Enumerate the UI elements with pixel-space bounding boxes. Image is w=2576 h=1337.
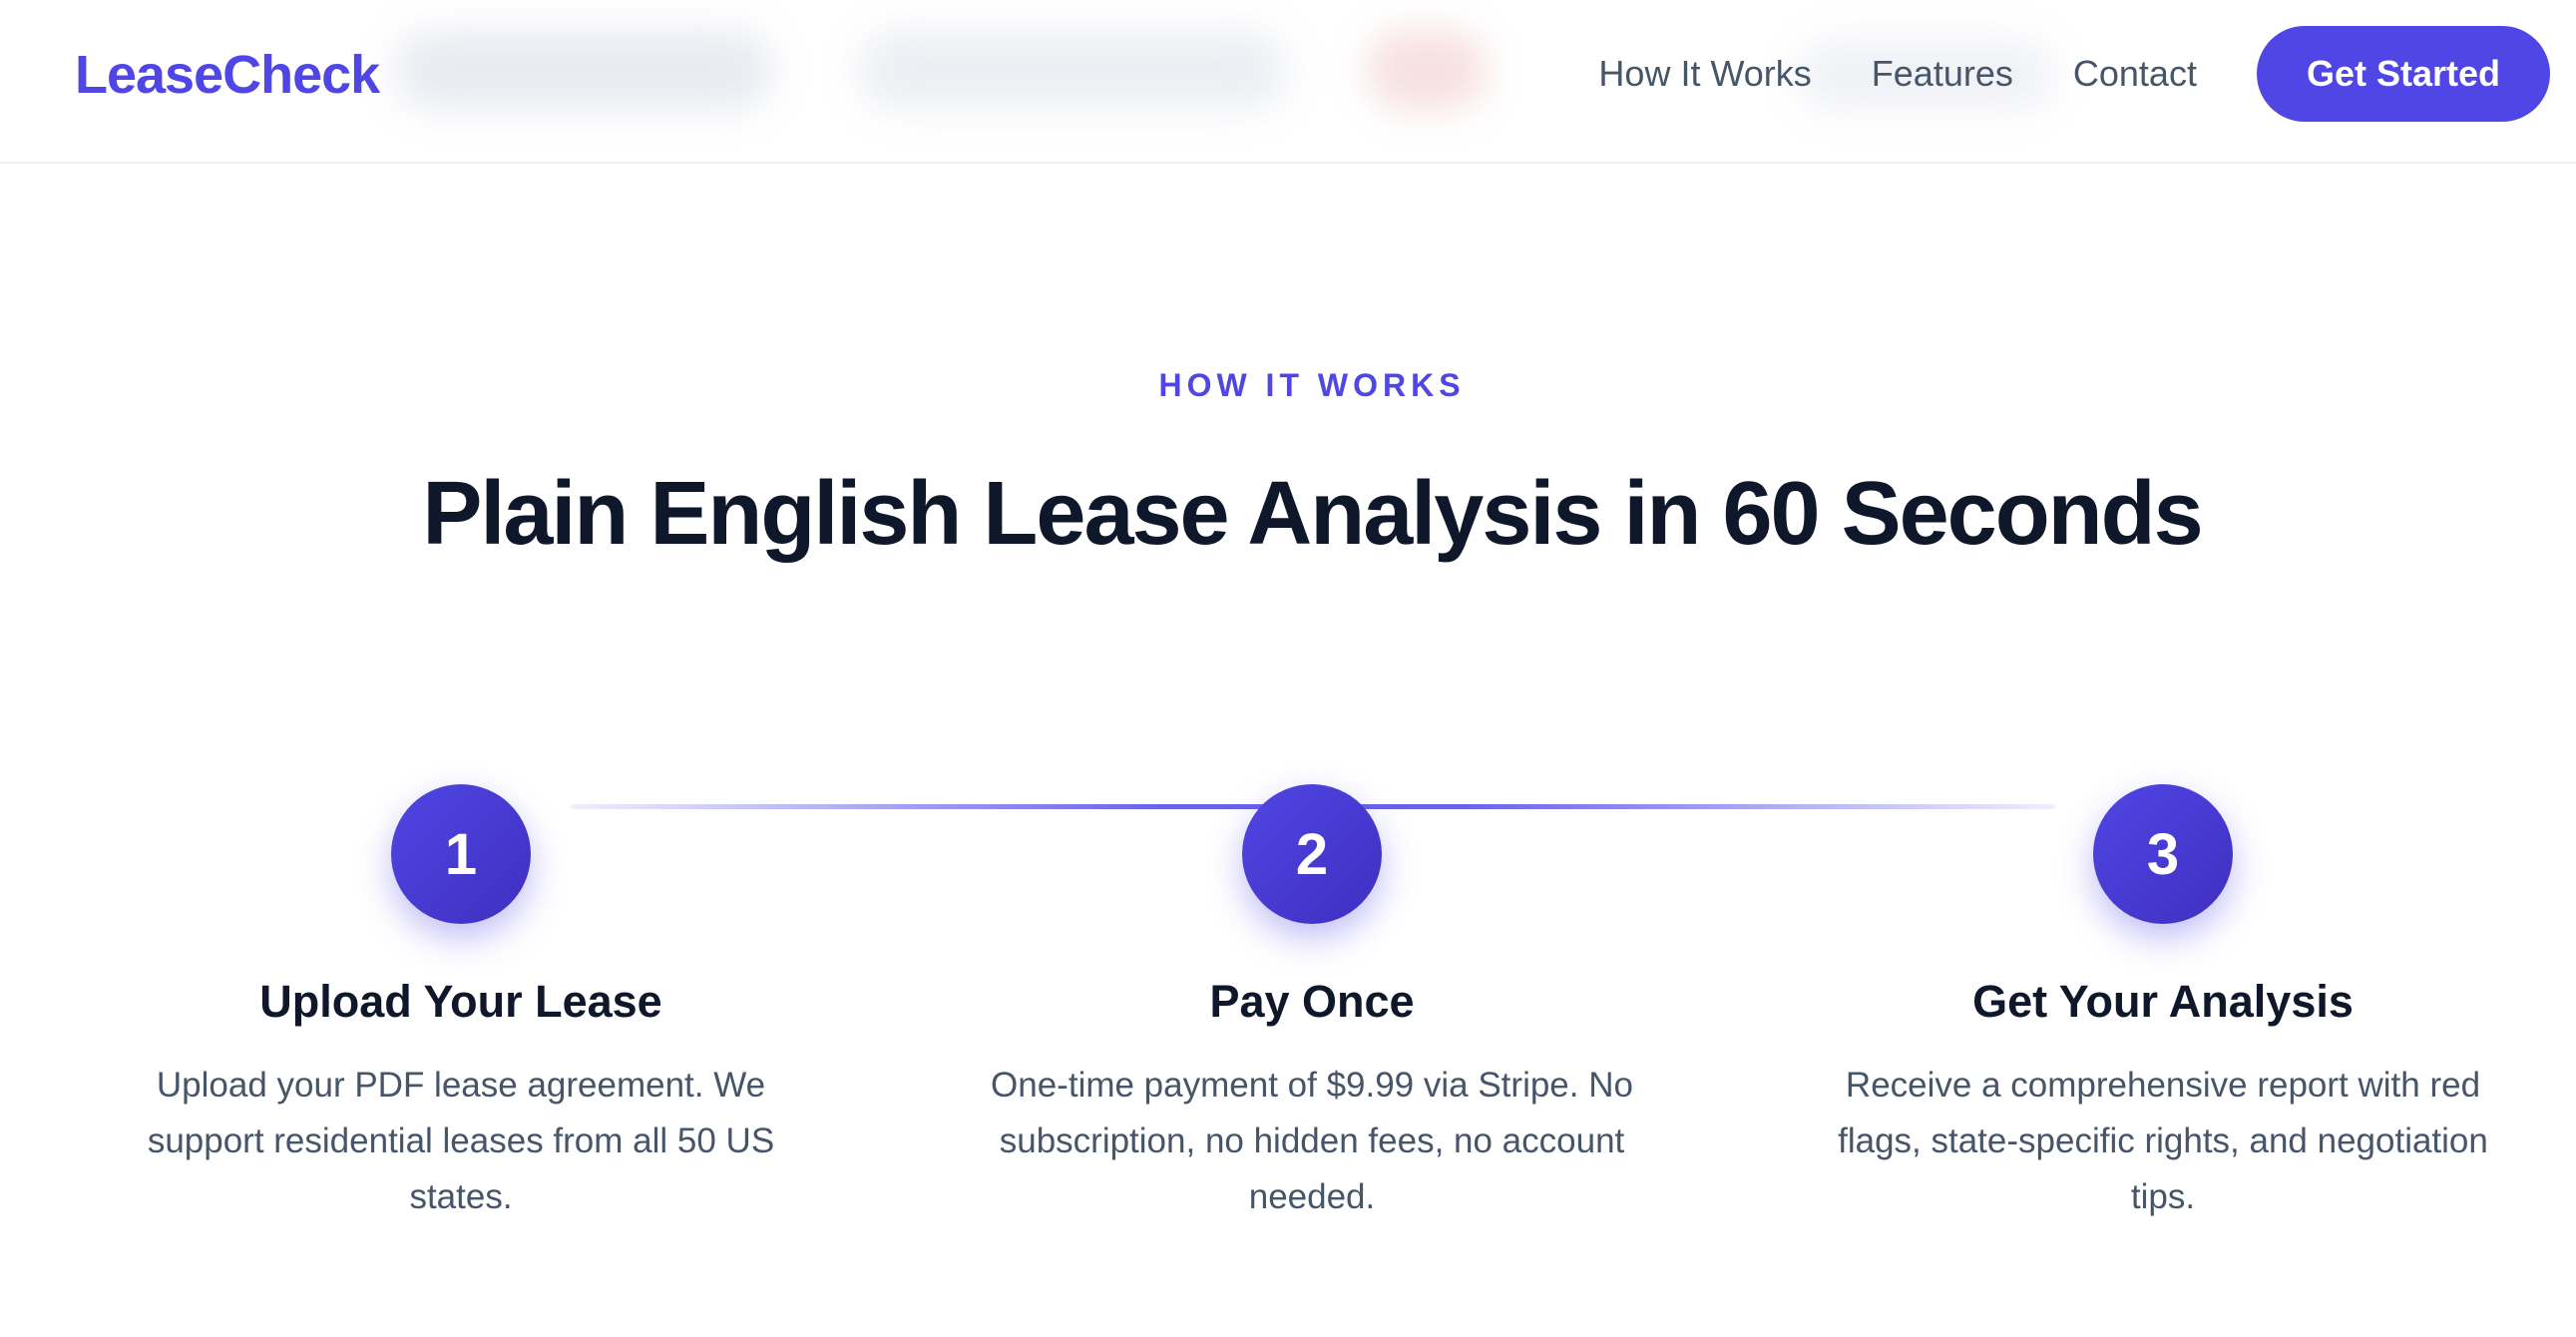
nav-link-how-it-works[interactable]: How It Works [1598,53,1811,95]
nav-link-contact[interactable]: Contact [2073,53,2197,95]
brand-logo[interactable]: LeaseCheck [75,38,380,112]
step-title: Get Your Analysis [1972,976,2354,1027]
step-card-1: 1 Upload Your Lease Upload your PDF leas… [112,784,810,1225]
main-nav: How It Works Features Contact Get Starte… [1598,26,2550,122]
step-number-badge: 2 [1242,784,1382,924]
section-eyebrow: HOW IT WORKS [1158,367,1466,403]
step-title: Pay Once [1209,976,1415,1027]
step-description: One-time payment of $9.99 via Stripe. No… [991,1066,1633,1216]
section-headline: Plain English Lease Analysis in 60 Secon… [422,464,2203,564]
step-description: Upload your PDF lease agreement. We supp… [147,1066,775,1216]
step-description: Receive a comprehensive report with red … [1838,1066,2488,1216]
step-card-3: 3 Get Your Analysis Receive a comprehens… [1814,784,2512,1225]
get-started-button[interactable]: Get Started [2256,26,2550,122]
step-number-badge: 3 [2093,784,2233,924]
nav-link-features[interactable]: Features [1872,53,2013,95]
step-title: Upload Your Lease [259,976,662,1027]
site-header: LeaseCheck How It Works Features Contact… [0,0,2576,164]
step-card-2: 2 Pay Once One-time payment of $9.99 via… [963,784,1661,1225]
step-number-badge: 1 [391,784,531,924]
